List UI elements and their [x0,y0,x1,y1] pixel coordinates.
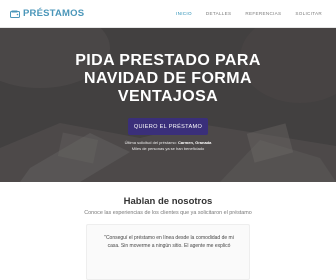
nav-item-solicitar[interactable]: SOLICITAR [291,9,326,18]
request-loan-button[interactable]: QUIERO EL PRÉSTAMO [128,118,208,135]
section-title: Hablan de nosotros [123,196,213,207]
top-navbar: PRÉSTAMOS INICIO DETALLES REFERENCIAS SO… [0,0,336,28]
nav-item-detalles[interactable]: DETALLES [202,9,236,18]
brand-name: PRÉSTAMOS [23,8,85,19]
brand-logo[interactable]: PRÉSTAMOS [10,8,84,19]
last-request-name: Carmen, Granada [178,140,212,145]
section-subtitle: Conoce las experiencias de los clientes … [84,210,252,216]
nav-item-referencias[interactable]: REFERENCIAS [241,9,285,18]
hero-section: PIDA PRESTADO PARA NAVIDAD DE FORMA VENT… [0,28,336,182]
nav-item-inicio[interactable]: INICIO [172,9,196,18]
testimonials-section: Hablan de nosotros Conoce las experienci… [0,182,336,280]
last-request-label: Última solicitud del préstamo: [124,140,177,145]
beneficiaries-text: Miles de personas ya se han beneficiado [131,145,205,151]
hero-note: Última solicitud del préstamo: Carmen, G… [60,140,276,151]
wallet-icon [10,10,20,18]
testimonial-quote: "Conseguí el préstamo en línea desde la … [104,235,234,249]
hero-title: PIDA PRESTADO PARA NAVIDAD DE FORMA VENT… [75,52,261,105]
testimonial-card: "Conseguí el préstamo en línea desde la … [86,224,250,280]
main-nav: INICIO DETALLES REFERENCIAS SOLICITAR [172,9,326,18]
